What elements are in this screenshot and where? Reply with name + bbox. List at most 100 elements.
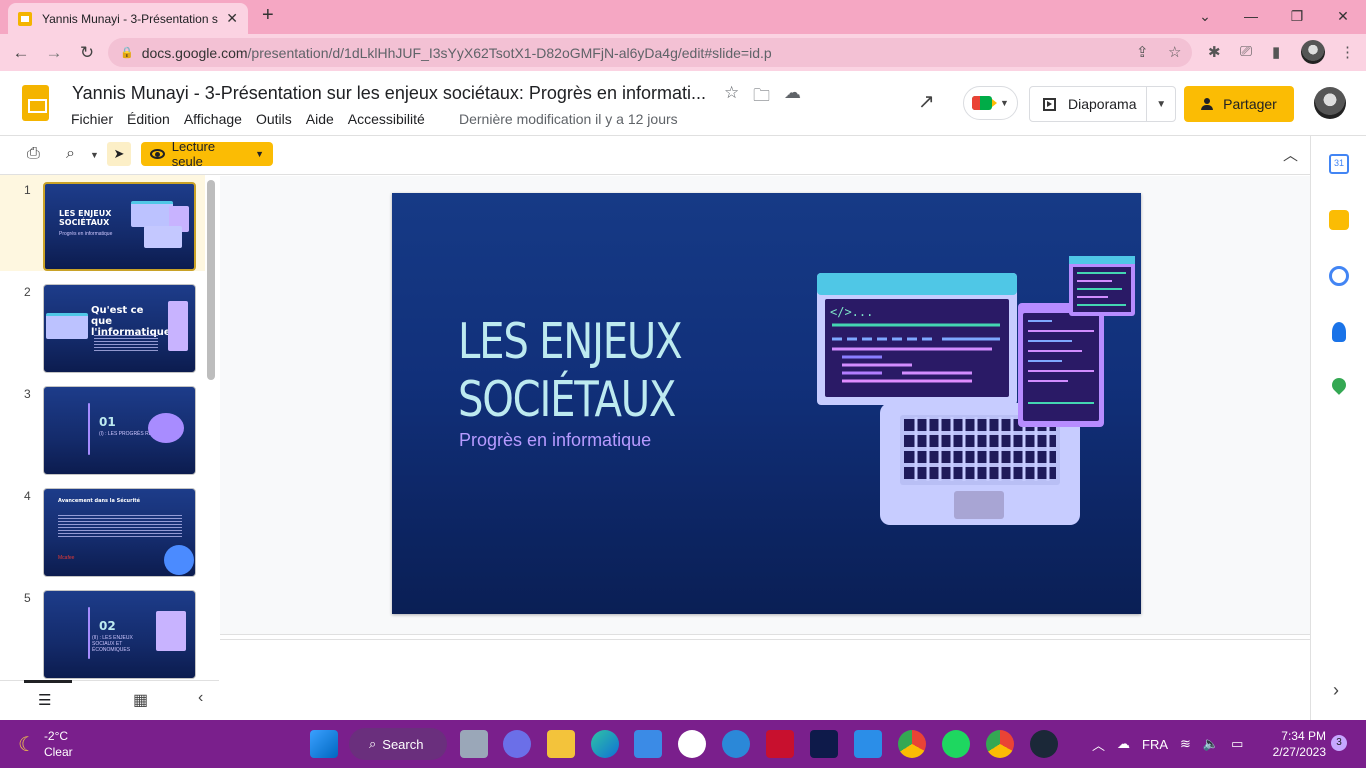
grid-view-icon[interactable]: ▦ <box>133 690 148 710</box>
menu-view[interactable]: Affichage <box>184 111 242 127</box>
notification-badge[interactable]: 3 <box>1331 735 1347 751</box>
slide-thumbnail[interactable]: LES ENJEUX SOCIÉTAUX Progrès en informat… <box>43 182 196 271</box>
star-icon[interactable]: ☆ <box>724 83 739 103</box>
menu-file[interactable]: Fichier <box>71 111 113 127</box>
speaker-notes-area[interactable] <box>220 640 1310 720</box>
slide-thumbnail[interactable]: 01 (I) : LES PROGRÈS RÉALISÉS <box>43 386 196 475</box>
filmstrip-view-icon[interactable]: ☰ <box>38 691 51 709</box>
filmstrip-slide-5[interactable]: 5 02 (II) : LES ENJEUX SOCIAUX ET ÉCONOM… <box>0 583 205 679</box>
select-cursor-icon[interactable]: ➤ <box>107 142 131 166</box>
vscode-icon[interactable] <box>854 730 882 758</box>
share-button[interactable]: Partager <box>1184 86 1294 122</box>
tasks-icon[interactable] <box>1329 266 1349 286</box>
profile-avatar[interactable] <box>1301 40 1325 64</box>
disney-plus-icon[interactable] <box>810 730 838 758</box>
task-view-icon[interactable] <box>460 730 488 758</box>
zoom-dropdown-icon[interactable]: ▼ <box>90 150 99 160</box>
menu-accessibility[interactable]: Accessibilité <box>348 111 425 127</box>
slide-subtitle[interactable]: Progrès en informatique <box>459 430 651 451</box>
filmstrip-slide-4[interactable]: 4 Avancement dans la Sécurité Mcafee <box>0 481 205 577</box>
last-modified[interactable]: Dernière modification il y a 12 jours <box>459 111 678 127</box>
cloud-status-icon[interactable]: ☁ <box>784 83 801 103</box>
slides-logo-icon[interactable] <box>22 85 49 121</box>
meet-button[interactable]: ▼ <box>963 86 1018 120</box>
get-help-icon[interactable] <box>722 730 750 758</box>
taskbar-clock[interactable]: 7:34 PM 2/27/2023 <box>1262 728 1326 760</box>
spotify-icon[interactable] <box>942 730 970 758</box>
chevron-down-icon: ▼ <box>1000 98 1009 108</box>
maps-icon[interactable] <box>1329 375 1349 395</box>
side-panel-icon[interactable]: ▮ <box>1272 43 1280 61</box>
slide-thumbnail[interactable]: Avancement dans la Sécurité Mcafee <box>43 488 196 577</box>
browser-menu-icon[interactable]: ⋮ <box>1340 43 1355 61</box>
cast-icon[interactable]: ⎚ <box>1240 43 1252 60</box>
slide-thumbnail[interactable]: Qu'est ce que l'informatique <box>43 284 196 373</box>
slide-thumbnail[interactable]: 02 (II) : LES ENJEUX SOCIAUX ET ÉCONOMIQ… <box>43 590 196 679</box>
folder-icon[interactable]: 🗀 <box>753 83 770 112</box>
menu-tools[interactable]: Outils <box>256 111 292 127</box>
edge-icon[interactable] <box>591 730 619 758</box>
input-language[interactable]: FRA <box>1142 737 1168 752</box>
microsoft-store-icon[interactable] <box>634 730 662 758</box>
read-only-mode-button[interactable]: Lecture seule ▼ <box>141 139 273 169</box>
collapse-menus-icon[interactable]: ︿ <box>1283 144 1298 165</box>
calendar-icon[interactable]: 31 <box>1329 154 1349 174</box>
activity-trend-icon[interactable]: ↗ <box>918 89 935 114</box>
slide-title[interactable]: LES ENJEUX SOCIÉTAUX <box>458 313 683 429</box>
taskbar-search[interactable]: ⌕ Search <box>349 728 447 760</box>
browser-tab[interactable]: Yannis Munayi - 3-Présentation s ✕ <box>8 3 248 34</box>
thumb-document-graphic <box>156 611 186 651</box>
volume-icon[interactable]: 🔈 <box>1203 736 1219 752</box>
wifi-icon[interactable]: ≋ <box>1180 736 1191 752</box>
weather-widget[interactable]: ☾ -2°C Clear <box>18 728 73 760</box>
back-icon[interactable]: ← <box>6 38 36 68</box>
bookmark-star-icon[interactable]: ☆ <box>1168 43 1181 61</box>
moon-icon: ☾ <box>18 733 36 756</box>
windows-taskbar: ☾ -2°C Clear ⌕ Search ︿ ☁ FRA ≋ 🔈 ▭ 7:34… <box>0 720 1366 768</box>
expand-panel-icon[interactable]: › <box>1333 680 1339 701</box>
onedrive-icon[interactable]: ☁ <box>1117 736 1130 752</box>
keep-icon[interactable] <box>1329 210 1349 230</box>
file-explorer-icon[interactable] <box>547 730 575 758</box>
minimize-icon[interactable]: — <box>1228 4 1274 28</box>
reload-icon[interactable]: ↻ <box>72 38 102 68</box>
steam-icon[interactable] <box>1030 730 1058 758</box>
contacts-icon[interactable] <box>1332 322 1346 342</box>
menu-help[interactable]: Aide <box>306 111 334 127</box>
new-tab-icon[interactable]: + <box>262 4 274 27</box>
filmstrip-slide-3[interactable]: 3 01 (I) : LES PROGRÈS RÉALISÉS <box>0 379 205 475</box>
extensions-icon[interactable]: ✱ <box>1208 43 1221 61</box>
slideshow-button[interactable]: Diaporama ▼ <box>1029 86 1176 122</box>
tab-search-icon[interactable]: ⌄ <box>1182 4 1228 28</box>
forward-icon[interactable]: → <box>39 38 69 68</box>
zoom-icon[interactable]: ⌕ <box>66 145 75 163</box>
tray-overflow-icon[interactable]: ︿ <box>1092 735 1105 754</box>
thumb-window-graphic <box>168 301 188 351</box>
share-page-icon[interactable]: ⇪ <box>1136 43 1149 61</box>
weather-condition: Clear <box>43 745 73 759</box>
filmstrip-slide-1[interactable]: 1 LES ENJEUX SOCIÉTAUX Progrès en inform… <box>0 175 205 271</box>
thumb-title: Avancement dans la Sécurité <box>58 498 141 504</box>
maximize-icon[interactable]: ❐ <box>1274 4 1320 28</box>
mcafee-icon[interactable] <box>766 730 794 758</box>
chrome-profile-icon[interactable] <box>898 730 926 758</box>
chrome-icon[interactable] <box>986 730 1014 758</box>
menu-edit[interactable]: Édition <box>127 111 170 127</box>
start-menu-icon[interactable] <box>310 730 338 758</box>
teams-chat-icon[interactable] <box>503 730 531 758</box>
filmstrip-slide-2[interactable]: 2 Qu'est ce que l'informatique <box>0 277 205 373</box>
close-window-icon[interactable]: ✕ <box>1320 4 1366 28</box>
close-tab-icon[interactable]: ✕ <box>226 10 238 27</box>
battery-icon[interactable]: ▭ <box>1231 736 1243 752</box>
filmstrip-scrollbar[interactable] <box>207 180 215 380</box>
slideshow-dropdown-icon[interactable]: ▼ <box>1147 99 1175 110</box>
document-title[interactable]: Yannis Munayi - 3-Présentation sur les e… <box>72 83 706 104</box>
account-avatar[interactable] <box>1314 87 1346 119</box>
editor-toolbar: ⎙ ⌕ ▼ ➤ Lecture seule ▼ ︿ <box>0 136 1310 175</box>
omnibox[interactable]: 🔒 docs.google.com/presentation/d/1dLklHh… <box>108 38 1192 67</box>
openai-icon[interactable] <box>678 730 706 758</box>
print-icon[interactable]: ⎙ <box>27 145 40 163</box>
current-slide[interactable]: LES ENJEUX SOCIÉTAUX Progrès en informat… <box>392 193 1141 614</box>
code-tag-text: </>... <box>830 305 873 319</box>
collapse-filmstrip-icon[interactable]: ‹ <box>198 689 203 707</box>
